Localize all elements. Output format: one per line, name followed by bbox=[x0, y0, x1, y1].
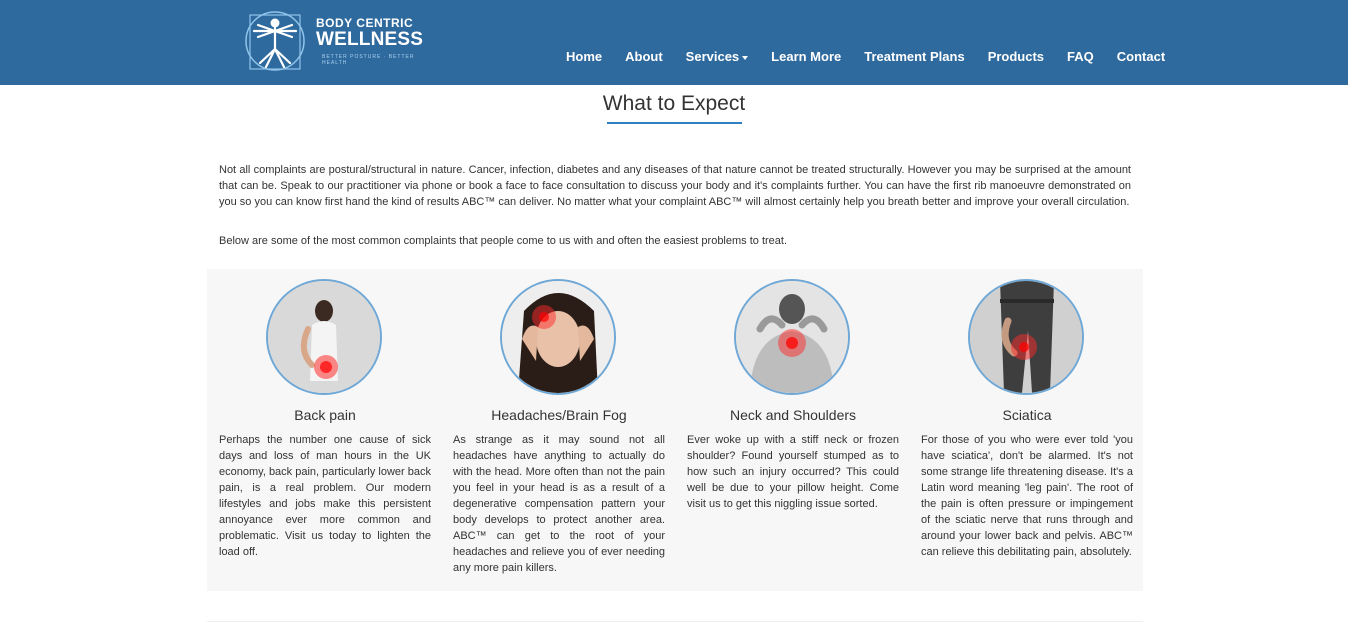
vitruvian-man-logo-icon bbox=[244, 9, 306, 73]
section-divider bbox=[207, 621, 1143, 622]
neck-shoulders-image bbox=[734, 279, 850, 395]
headaches-text: As strange as it may sound not all heada… bbox=[453, 434, 665, 574]
logo-text-line2: WELLNESS bbox=[316, 28, 424, 50]
nav-contact[interactable]: Contact bbox=[1117, 48, 1165, 66]
nav-faq[interactable]: FAQ bbox=[1067, 48, 1094, 66]
nav-services-label: Services bbox=[685, 49, 740, 64]
main-nav: Home About Services Learn More Treatment… bbox=[566, 48, 1165, 66]
neck-shoulders-title: Neck and Shoulders bbox=[729, 407, 857, 423]
nav-treatment-plans[interactable]: Treatment Plans bbox=[864, 48, 964, 66]
logo-text-line1: BODY CENTRIC bbox=[316, 15, 414, 30]
page-title: What to Expect bbox=[602, 92, 746, 115]
headache-image bbox=[500, 279, 616, 395]
chevron-down-icon bbox=[742, 55, 749, 60]
back-pain-image bbox=[266, 279, 382, 395]
neck-shoulders-text: Ever woke up with a stiff neck or frozen… bbox=[687, 434, 899, 510]
nav-home[interactable]: Home bbox=[566, 48, 602, 66]
headaches-title: Headaches/Brain Fog bbox=[491, 407, 627, 423]
nav-services[interactable]: Services bbox=[686, 48, 749, 66]
sciatica-title: Sciatica bbox=[1002, 407, 1052, 423]
nav-learn-more[interactable]: Learn More bbox=[771, 48, 841, 66]
nav-products[interactable]: Products bbox=[988, 48, 1044, 66]
intro-paragraph: Not all complaints are postural/structur… bbox=[219, 164, 1131, 208]
sciatica-text: For those of you who were ever told 'you… bbox=[921, 434, 1133, 558]
top-navbar: BODY CENTRIC WELLNESS BETTER POSTURE · B… bbox=[0, 0, 1348, 85]
back-pain-text: Perhaps the number one cause of sick day… bbox=[219, 434, 431, 558]
logo-tagline: BETTER POSTURE · BETTER HEALTH bbox=[322, 53, 415, 66]
intro-paragraph-2: Below are some of the most common compla… bbox=[219, 235, 788, 247]
nav-about[interactable]: About bbox=[625, 48, 663, 66]
complaints-panel: Back pain Perhaps the number one cause o… bbox=[207, 269, 1143, 591]
title-underline bbox=[607, 122, 742, 124]
sciatica-image bbox=[968, 279, 1084, 395]
back-pain-title: Back pain bbox=[294, 407, 356, 423]
site-logo[interactable]: BODY CENTRIC WELLNESS BETTER POSTURE · B… bbox=[244, 8, 423, 74]
